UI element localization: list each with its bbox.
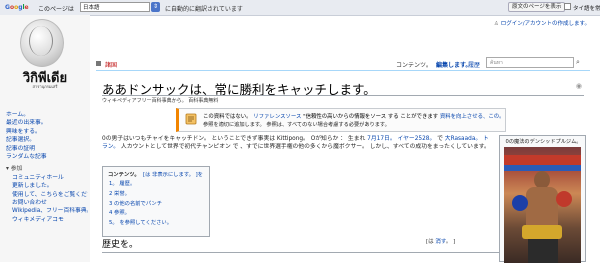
sidebar-item-contact[interactable]: お問い合わせ — [6, 199, 88, 207]
wikipedia-translated-page: Google このページは 日本語 ⇕ に自動的に翻訳されています 原文のページ… — [0, 0, 600, 263]
edit-bracket-close: 。 ] — [445, 239, 456, 245]
toc-item[interactable]: 5。 を参照してください。 — [109, 219, 172, 229]
section-edit-link[interactable]: 消す — [435, 239, 445, 245]
sidebar-item-home[interactable]: ホーム。 — [6, 111, 88, 119]
photo-glove-left — [512, 195, 528, 211]
sidebar-item-current-events[interactable]: 最近の出来事。 — [6, 119, 88, 127]
year-link[interactable]: イヤー2528。 — [397, 136, 435, 142]
translate-message: に自動的に翻訳されています — [165, 6, 243, 13]
page-tabs: 諸国 コンテンツ。 編集します。 履歴 ค้นหา ⌕ — [96, 57, 590, 71]
wikipedia-globe-logo[interactable] — [20, 19, 64, 67]
search-icon[interactable]: ⌕ — [576, 58, 580, 67]
always-translate-label: タイ語を常に翻訳 — [573, 6, 600, 12]
boxer-photo[interactable] — [504, 147, 581, 263]
sidebar-nav: ホーム。 最近の出来事。 興味をする。 記事選択。 記事の証明 ランダムな記事 … — [6, 111, 88, 224]
sidebar-item-interesting[interactable]: 興味をする。 — [6, 128, 88, 136]
table-of-contents: コンテンツ。 [は 非表示にします。 ]を 1。 履歴。 2 栄誉。 3 の他の… — [102, 166, 210, 237]
article-content: ああドンサックは、常に勝利をキャッチします。 ◉ ウィキペディアフリー百科事典か… — [96, 71, 590, 263]
sidebar-item-wikipedia[interactable]: Wikipedia、フリー百科事典。 — [6, 207, 88, 215]
intro-text: 0の男子はいつもチャイをキャッチドン。 ということできず事実は Kittipon… — [102, 136, 366, 142]
sidebar: วิกิพีเดีย สารานุกรมเสรี ホーム。 最近の出来事。 興味… — [0, 15, 90, 262]
site-subtitle: ウィキペディアフリー百科事典から。 百科事典無料 — [102, 98, 219, 104]
always-translate-checkbox[interactable] — [564, 3, 571, 10]
sidebar-item-see-here[interactable]: 使用して、こちらをご覧ください。 — [6, 191, 88, 199]
tab-contents[interactable]: コンテンツ。 — [396, 60, 432, 69]
tab-article[interactable]: 諸国 — [105, 60, 117, 69]
tab-history[interactable]: 履歴 — [468, 60, 480, 69]
sidebar-item-selected[interactable]: 記事選択。 — [6, 136, 88, 144]
notice-box: この資料ではない。 リファレンスソース "信頼性の高いからの情報をソース する … — [176, 108, 506, 132]
photo-glove-right — [556, 191, 572, 207]
notice-line-1: この資料ではない。 リファレンスソース "信頼性の高いからの情報をソース する … — [203, 112, 505, 120]
rasaada-link[interactable]: 大Rasaada。 — [445, 136, 481, 142]
translate-label: このページは — [38, 6, 74, 13]
article-icon — [96, 61, 101, 66]
audio-icon[interactable]: ◉ — [576, 82, 582, 90]
photo-body — [526, 187, 558, 227]
sidebar-item-proof[interactable]: 記事の証明 — [6, 145, 88, 153]
toc-item[interactable]: 3 の他の名前でパンチ — [109, 200, 172, 210]
photo-trunks — [528, 239, 558, 263]
date-link[interactable]: 7月17日。 — [367, 136, 395, 142]
edit-bracket: [は — [426, 239, 436, 245]
notice-icon — [185, 113, 197, 125]
section-heading-history: 歴史を。 — [102, 240, 139, 250]
language-select[interactable]: 日本語 — [80, 2, 150, 12]
notice-text: この資料ではない。 — [203, 114, 252, 120]
improve-article-link[interactable]: 資料を向上させる、この。 — [440, 114, 505, 120]
article-intro: 0の男子はいつもチャイをキャッチドン。 ということできず事実は Kittipon… — [102, 135, 492, 152]
user-links: ♙ ログイン/アカウントの作成します。 — [494, 19, 590, 27]
google-logo: Google — [5, 4, 29, 11]
sidebar-item-commons[interactable]: ウィキメディアコモ — [6, 216, 88, 224]
show-original-button[interactable]: 原文のページを表示 — [508, 2, 566, 12]
title-divider — [102, 95, 584, 96]
section-edit: [は 消す。 ] — [426, 237, 455, 245]
reference-source-link[interactable]: リファレンスソース — [253, 114, 301, 120]
sidebar-item-updated[interactable]: 更新しました。 — [6, 182, 88, 190]
google-translate-bar: Google このページは 日本語 ⇕ に自動的に翻訳されています 原文のページ… — [0, 0, 600, 16]
language-swap-icon[interactable]: ⇕ — [151, 2, 160, 12]
sidebar-item-community[interactable]: コミュニティホール — [6, 174, 88, 182]
tab-edit[interactable]: 編集します。 — [436, 60, 471, 69]
notice-text-2: "信頼性の高いからの情報をソース する ことができます — [303, 114, 439, 120]
intro-text-3: 人カウントとして世界で初代チャンピオン で 、すでに世界選手権の他の多くから魔ボ… — [120, 144, 490, 151]
toc-title: コンテンツ。 — [108, 172, 140, 178]
toc-item[interactable]: 4 参照。 — [109, 209, 172, 219]
toc-item[interactable]: 1。 履歴。 — [109, 180, 172, 190]
toc-item[interactable]: 2 栄誉。 — [109, 190, 172, 200]
search-input[interactable]: ค้นหา — [486, 57, 574, 68]
notice-line-2: 参照を適切に追加します。 参照は、すべてのない場合考慮する必要があります。 — [203, 122, 390, 128]
photo-banner — [504, 155, 581, 165]
wikipedia-tagline: สารานุกรมเสรี — [32, 84, 58, 89]
sidebar-section-header[interactable]: ▾ 参加 — [6, 165, 88, 173]
login-link[interactable]: ログイン/アカウントの作成します。 — [501, 21, 590, 27]
infobox-caption: 0の魔法のデンシッドプルジム。 — [505, 139, 582, 145]
toc-items: 1。 履歴。 2 栄誉。 3 の他の名前でパンチ 4 参照。 5。 を参照してく… — [109, 180, 172, 229]
toc-hide-link[interactable]: [は 非表示にします。 ]を — [143, 170, 203, 178]
infobox: 0の魔法のデンシッドプルジム。 — [499, 135, 586, 263]
photo-championship-belt — [522, 225, 562, 239]
user-icon: ♙ — [494, 21, 501, 27]
sidebar-item-random[interactable]: ランダムな記事 — [6, 153, 88, 161]
intro-text-2: で — [437, 136, 443, 142]
